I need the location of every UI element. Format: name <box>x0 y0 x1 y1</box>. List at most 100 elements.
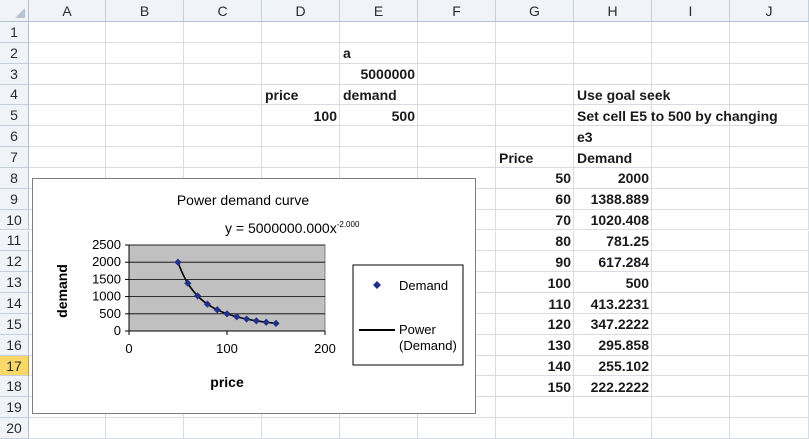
cell-i19[interactable] <box>652 397 730 419</box>
cell-j19[interactable] <box>730 397 809 419</box>
cell-j2[interactable] <box>730 42 809 64</box>
cell-j9[interactable] <box>730 188 809 210</box>
cell-i18[interactable] <box>652 376 730 398</box>
cell-i11[interactable] <box>652 230 730 252</box>
select-all-corner[interactable] <box>0 0 29 22</box>
cell-e7[interactable] <box>340 147 418 168</box>
column-header-j[interactable]: J <box>730 0 809 22</box>
cell-e1[interactable] <box>340 22 418 43</box>
cell-f5[interactable] <box>418 105 496 127</box>
cell-i8[interactable] <box>652 167 730 189</box>
cell-d7[interactable] <box>262 147 340 168</box>
cell-c1[interactable] <box>184 22 262 43</box>
cell-j14[interactable] <box>730 293 809 314</box>
cell-j4[interactable] <box>730 84 809 106</box>
cell-h19[interactable] <box>574 397 652 419</box>
cell-f6[interactable] <box>418 126 496 148</box>
cell-c7[interactable] <box>184 147 262 168</box>
column-header-g[interactable]: G <box>496 0 574 22</box>
row-header-5[interactable]: 5 <box>0 105 29 127</box>
column-header-a[interactable]: A <box>29 0 106 22</box>
cell-a5[interactable] <box>29 105 106 127</box>
cell-c4[interactable] <box>184 84 262 106</box>
row-header-2[interactable]: 2 <box>0 42 29 64</box>
row-header-12[interactable]: 12 <box>0 251 29 273</box>
cell-d3[interactable] <box>262 63 340 85</box>
cell-j18[interactable] <box>730 376 809 398</box>
column-header-i[interactable]: I <box>652 0 730 22</box>
cell-c2[interactable] <box>184 42 262 64</box>
column-header-f[interactable]: F <box>418 0 496 22</box>
column-header-e[interactable]: E <box>340 0 418 22</box>
row-header-4[interactable]: 4 <box>0 84 29 106</box>
cell-i17[interactable] <box>652 355 730 377</box>
cell-j7[interactable] <box>730 147 809 168</box>
cell-j15[interactable] <box>730 313 809 335</box>
cell-b5[interactable] <box>106 105 184 127</box>
row-header-9[interactable]: 9 <box>0 188 29 210</box>
row-header-8[interactable]: 8 <box>0 167 29 189</box>
row-header-13[interactable]: 13 <box>0 272 29 294</box>
cell-a2[interactable] <box>29 42 106 64</box>
cell-a20[interactable] <box>29 418 106 439</box>
cell-e6[interactable] <box>340 126 418 148</box>
column-header-b[interactable]: B <box>106 0 184 22</box>
row-header-16[interactable]: 16 <box>0 334 29 356</box>
row-header-7[interactable]: 7 <box>0 147 29 168</box>
cell-g19[interactable] <box>496 397 574 419</box>
cell-j17[interactable] <box>730 355 809 377</box>
cell-g1[interactable] <box>496 22 574 43</box>
cell-h20[interactable] <box>574 418 652 439</box>
cell-d6[interactable] <box>262 126 340 148</box>
cell-i14[interactable] <box>652 293 730 314</box>
row-header-1[interactable]: 1 <box>0 22 29 43</box>
cell-g6[interactable] <box>496 126 574 148</box>
row-header-19[interactable]: 19 <box>0 397 29 419</box>
cell-i6[interactable] <box>652 126 730 148</box>
column-header-d[interactable]: D <box>262 0 340 22</box>
row-header-10[interactable]: 10 <box>0 209 29 231</box>
row-header-18[interactable]: 18 <box>0 376 29 398</box>
cell-f7[interactable] <box>418 147 496 168</box>
cell-g4[interactable] <box>496 84 574 106</box>
cell-i16[interactable] <box>652 334 730 356</box>
column-header-c[interactable]: C <box>184 0 262 22</box>
cell-i3[interactable] <box>652 63 730 85</box>
cell-c3[interactable] <box>184 63 262 85</box>
cell-g3[interactable] <box>496 63 574 85</box>
row-header-15[interactable]: 15 <box>0 313 29 335</box>
cell-i7[interactable] <box>652 147 730 168</box>
cell-b3[interactable] <box>106 63 184 85</box>
cell-g5[interactable] <box>496 105 574 127</box>
cell-f3[interactable] <box>418 63 496 85</box>
cell-j6[interactable] <box>730 126 809 148</box>
cell-f1[interactable] <box>418 22 496 43</box>
cell-i2[interactable] <box>652 42 730 64</box>
cell-b20[interactable] <box>106 418 184 439</box>
column-header-h[interactable]: H <box>574 0 652 22</box>
cell-e2[interactable] <box>340 42 418 64</box>
cell-j16[interactable] <box>730 334 809 356</box>
cell-g20[interactable] <box>496 418 574 439</box>
cell-a4[interactable] <box>29 84 106 106</box>
cell-i9[interactable] <box>652 188 730 210</box>
spreadsheet-grid[interactable]: ABCDEFGHIJ 1 2 3 4 5 6 7 8 9 10 11 12 13 14 15 16 17 18 19… <box>0 0 809 439</box>
cell-b6[interactable] <box>106 126 184 148</box>
cell-j12[interactable] <box>730 251 809 273</box>
cell-c6[interactable] <box>184 126 262 148</box>
cell-d1[interactable] <box>262 22 340 43</box>
cell-j3[interactable] <box>730 63 809 85</box>
row-header-11[interactable]: 11 <box>0 230 29 252</box>
cell-b4[interactable] <box>106 84 184 106</box>
cell-c20[interactable] <box>184 418 262 439</box>
cell-g2[interactable] <box>496 42 574 64</box>
row-header-17[interactable]: 17 <box>0 355 29 377</box>
cell-j13[interactable] <box>730 272 809 294</box>
cell-a7[interactable] <box>29 147 106 168</box>
cell-f4[interactable] <box>418 84 496 106</box>
cell-j10[interactable] <box>730 209 809 231</box>
row-header-6[interactable]: 6 <box>0 126 29 148</box>
cell-j20[interactable] <box>730 418 809 439</box>
cell-f2[interactable] <box>418 42 496 64</box>
cell-j1[interactable] <box>730 22 809 43</box>
